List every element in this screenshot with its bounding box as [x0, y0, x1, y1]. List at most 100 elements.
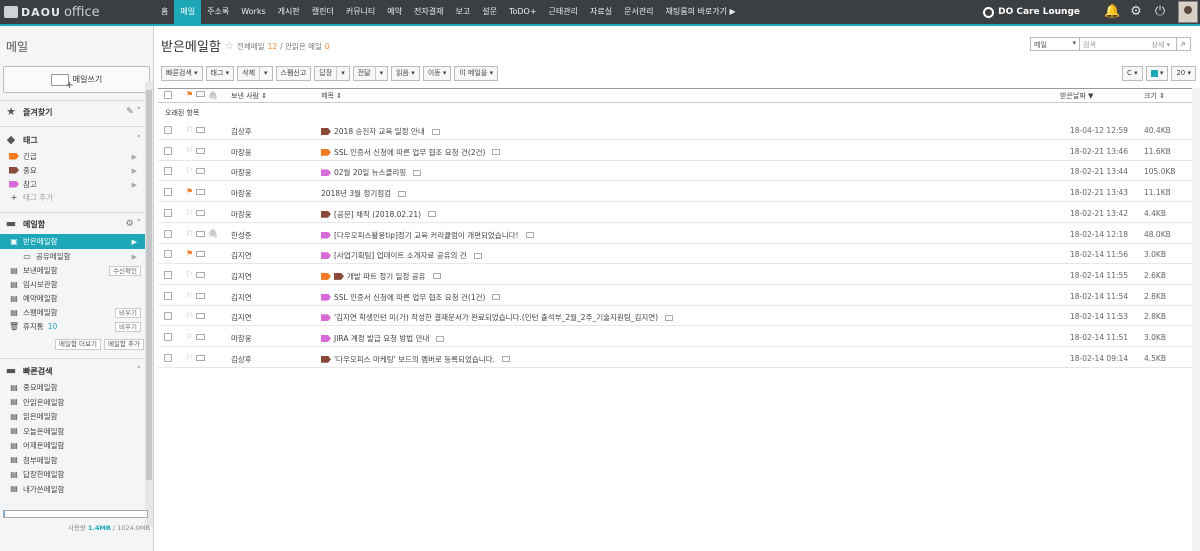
- preview-icon[interactable]: [413, 169, 422, 176]
- row-sender[interactable]: 김지연: [231, 250, 252, 261]
- forward-button[interactable]: 전달 ▾: [352, 66, 389, 81]
- preview-icon[interactable]: [492, 149, 501, 156]
- flag-icon[interactable]: ⚐: [186, 291, 193, 300]
- tag-button[interactable]: 태그 ▾: [205, 66, 235, 81]
- gnb-item[interactable]: 자료실: [584, 0, 618, 24]
- gnb-item[interactable]: ToDO+: [503, 0, 543, 24]
- row-checkbox[interactable]: [164, 270, 172, 279]
- sidebar-item-tag[interactable]: 긴급 ▶: [0, 150, 145, 163]
- gnb-item[interactable]: 설문: [476, 0, 503, 24]
- row-sender[interactable]: 김지연: [231, 312, 252, 323]
- row-sender[interactable]: 마장웅: [231, 147, 252, 158]
- sidebar-item-sent[interactable]: ▤ 보낸메일함 수신확인: [0, 264, 145, 277]
- gnb-item[interactable]: 메일: [174, 0, 202, 24]
- row-checkbox[interactable]: [164, 188, 172, 197]
- table-row[interactable]: ⚐ 마장웅 JIRA 계정 발급 요청 방법 안내 18-02-14 11:51 3.0…: [158, 327, 1198, 347]
- sidebar-item-inbox[interactable]: ▣ 받은메일함 ▶: [0, 234, 145, 249]
- row-checkbox[interactable]: [164, 353, 172, 362]
- quick-search-item[interactable]: ▤ 안읽은메일함: [0, 396, 145, 409]
- gnb-item[interactable]: 게시판: [272, 0, 306, 24]
- column-size[interactable]: 크기 ⇕: [1144, 91, 1165, 101]
- gnb-item[interactable]: 근태관리: [543, 0, 584, 24]
- read-column-icon[interactable]: [196, 91, 205, 97]
- table-row[interactable]: ⚐ 김지연 개발 파트 정기 일정 공유 18-02-14 11:55 2.6KB: [158, 265, 1198, 285]
- page-size-select[interactable]: 20 ▾: [1171, 66, 1196, 81]
- star-icon[interactable]: ☆: [225, 41, 234, 52]
- quick-search-item[interactable]: ▤ 중요메일함: [0, 381, 145, 394]
- mailbox-controls[interactable]: ⚙ ˄: [126, 219, 141, 229]
- row-sender[interactable]: 마장웅: [231, 188, 252, 199]
- favorites-header[interactable]: ★ 즐겨찾기 ✎ ˅: [0, 104, 145, 120]
- row-sender[interactable]: 마장웅: [231, 209, 252, 220]
- gnb-item[interactable]: 예약: [381, 0, 408, 24]
- table-row[interactable]: ⚐ 🖇 한성준 [다우오피스활용tip]정기 교육 커리큘럼이 개편되었습니다! 18-…: [158, 224, 1198, 244]
- flag-icon[interactable]: ⚑: [186, 250, 193, 258]
- gnb-item[interactable]: 주소록: [201, 0, 235, 24]
- chevron-down-icon[interactable]: ▾: [374, 67, 388, 80]
- gnb-item[interactable]: Works: [235, 0, 271, 24]
- flag-icon[interactable]: ⚐: [186, 229, 193, 238]
- select-all-checkbox[interactable]: [164, 91, 172, 99]
- chevron-down-icon[interactable]: ▾: [336, 67, 349, 80]
- row-checkbox[interactable]: [164, 146, 172, 155]
- gnb-item[interactable]: 캘린더: [306, 0, 340, 24]
- flag-icon[interactable]: ⚐: [186, 167, 193, 175]
- sidebar-item-tag[interactable]: 참고 ▶: [0, 178, 145, 191]
- preview-icon[interactable]: [492, 294, 501, 301]
- delete-button[interactable]: 삭제 ▾: [237, 66, 273, 81]
- power-icon[interactable]: ⏻: [1152, 4, 1168, 20]
- flag-icon[interactable]: ⚐: [186, 353, 193, 362]
- gnb-item[interactable]: 커뮤니티: [340, 0, 381, 24]
- mailbox-header[interactable]: ▬ 메일함 ⚙ ˄: [0, 216, 145, 232]
- logo[interactable]: DAOU office: [4, 4, 100, 20]
- quick-search-button[interactable]: 빠른검색 ▾: [161, 66, 203, 81]
- row-checkbox[interactable]: [164, 250, 172, 259]
- row-subject[interactable]: '김지연 학생인턴 미(가) 작성한 결재문서가 완료되었습니다.(인턴 출석부…: [321, 312, 674, 323]
- sidebar-item-spam[interactable]: ▤ 스팸메일함 비우기: [0, 306, 145, 319]
- more-mailbox-button[interactable]: 메일함 더보기: [55, 339, 101, 350]
- preview-icon[interactable]: [525, 232, 534, 238]
- row-subject[interactable]: [공문] 채직 (2018.02.21): [321, 209, 437, 220]
- flag-icon[interactable]: ⚐: [186, 146, 193, 155]
- sidebar-item-scheduled[interactable]: ▤ 예약메일함: [0, 292, 145, 305]
- row-checkbox[interactable]: [164, 229, 172, 238]
- preview-icon[interactable]: [431, 128, 440, 135]
- quick-search-header[interactable]: ▬ 빠른검색 ˄: [0, 363, 145, 379]
- row-checkbox[interactable]: [164, 312, 172, 321]
- preview-icon[interactable]: [501, 356, 510, 363]
- row-subject[interactable]: 2018 승진자 교육 일정 안내: [321, 126, 440, 137]
- view-mode-button[interactable]: ▾: [1145, 66, 1169, 81]
- row-checkbox[interactable]: [164, 291, 172, 300]
- gnb-item[interactable]: 보고: [449, 0, 476, 24]
- row-subject[interactable]: [다우오피스활용tip]정기 교육 커리큘럼이 개편되었습니다!: [321, 230, 534, 241]
- avatar[interactable]: [1178, 1, 1198, 23]
- gnb-item[interactable]: 홈: [155, 0, 174, 24]
- preview-icon[interactable]: [398, 190, 407, 197]
- table-row[interactable]: ⚑ 마장웅 2018년 3월 정기점검 18-02-21 13:43 11.1KB: [158, 182, 1198, 203]
- row-sender[interactable]: 마장웅: [231, 333, 252, 344]
- quick-search-item[interactable]: ▤ 내가쓴메일함: [0, 483, 145, 496]
- table-row[interactable]: ⚐ 마장웅 02월 20일 뉴스클리핑 18-02-21 13:44 105.0KB: [158, 161, 1198, 182]
- table-row[interactable]: ⚐ 김상후 '다우오피스 마케팅' 보드의 멤버로 등록되었습니다. 18-02-14…: [158, 348, 1198, 368]
- row-subject[interactable]: 개발 파트 정기 일정 공유: [321, 271, 441, 282]
- row-sender[interactable]: 김지연: [231, 292, 252, 303]
- main-scrollbar[interactable]: [1192, 88, 1200, 551]
- mark-read-button[interactable]: 읽음 ▾: [391, 66, 420, 81]
- gnb-item[interactable]: 채팅룸의 바로가기 ▶: [660, 0, 742, 24]
- empty-spam-button[interactable]: 비우기: [115, 307, 141, 318]
- table-row[interactable]: ⚐ 김상후 2018 승진자 교육 일정 안내 18-04-12 12:59 40.4K…: [158, 120, 1198, 140]
- quick-search-item[interactable]: ▤ 첨부메일함: [0, 454, 145, 467]
- reply-button[interactable]: 답장 ▾: [314, 66, 350, 81]
- add-tag-link[interactable]: + 태그 추가: [0, 191, 145, 204]
- row-checkbox[interactable]: [164, 333, 172, 341]
- table-row[interactable]: ⚑ 김지연 [사업기획팀] 업데이트 소개자료 공유의 건 18-02-14 11:5…: [158, 244, 1198, 265]
- flag-icon[interactable]: ⚐: [186, 312, 193, 320]
- lounge-link[interactable]: DO Care Lounge: [983, 6, 1080, 18]
- gear-icon[interactable]: ⚙: [1128, 4, 1144, 20]
- preview-icon[interactable]: [436, 335, 445, 342]
- column-date[interactable]: 받은날짜 ▼: [1060, 91, 1093, 101]
- column-subject[interactable]: 제목 ⇕: [321, 91, 342, 101]
- row-subject[interactable]: '다우오피스 마케팅' 보드의 멤버로 등록되었습니다.: [321, 354, 510, 365]
- table-row[interactable]: ⚐ 마장웅 [공문] 채직 (2018.02.21) 18-02-21 13:42 4.…: [158, 203, 1198, 223]
- tags-header[interactable]: ◆ 태그 ˄: [0, 132, 145, 148]
